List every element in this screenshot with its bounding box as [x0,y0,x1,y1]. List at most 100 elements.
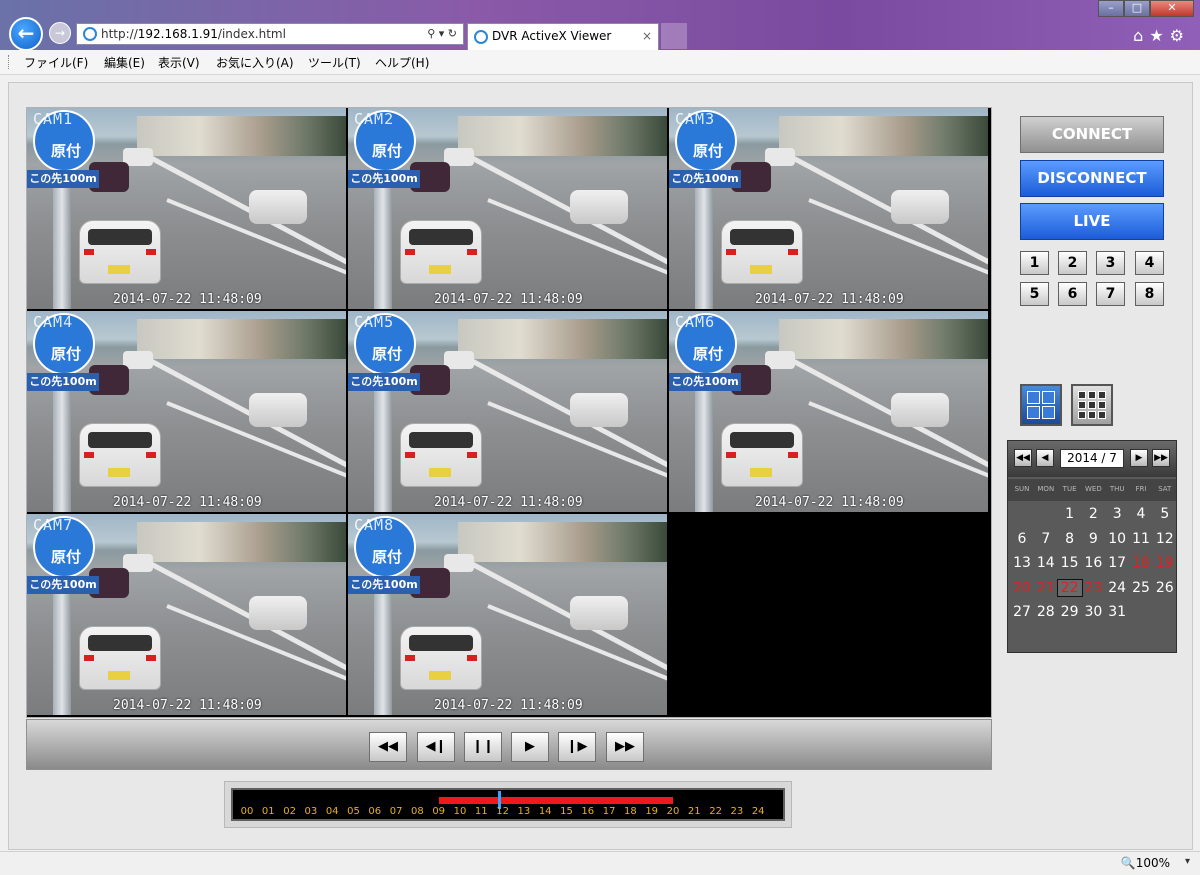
channel-button[interactable]: 7 [1096,282,1125,306]
camera-image: 原付 この先100m [27,514,346,715]
channel-button[interactable]: 1 [1020,251,1049,275]
calendar-day[interactable]: 3 [1105,506,1129,522]
browser-tab[interactable]: DVR ActiveX Viewer × [467,23,659,50]
camera-view[interactable]: 原付 この先100m CAM5 2014-07-22 11:48:09 [348,311,667,512]
calendar-day[interactable]: 7 [1034,531,1058,547]
camera-view[interactable]: 原付 この先100m CAM8 2014-07-22 11:48:09 [348,514,667,715]
calendar-day[interactable]: 11 [1129,531,1153,547]
calendar-day[interactable]: 20 [1010,580,1034,596]
menu-help[interactable]: ヘルプ(H) [375,54,429,71]
calendar-day[interactable]: 16 [1081,555,1105,571]
camera-view[interactable]: 原付 この先100m CAM7 2014-07-22 11:48:09 [27,514,346,715]
calendar-day[interactable]: 24 [1105,580,1129,596]
layout-3x3-button[interactable] [1071,384,1113,426]
prev-month-button[interactable]: ◀ [1036,449,1054,467]
new-tab-button[interactable] [661,23,687,49]
calendar-day[interactable]: 10 [1105,531,1129,547]
connect-button[interactable]: CONNECT [1020,116,1164,153]
back-button[interactable]: ← [9,17,43,51]
minimize-button[interactable]: – [1098,0,1124,17]
calendar-day[interactable]: 21 [1034,580,1058,596]
next-month-button[interactable]: ▶ [1130,449,1148,467]
zoom-level[interactable]: 🔍100% [1121,856,1170,870]
step-back-button[interactable]: ◀❙ [417,732,455,762]
live-button[interactable]: LIVE [1020,203,1164,240]
menu-edit[interactable]: 編集(E) [104,54,145,71]
calendar-day[interactable]: 29 [1058,604,1082,620]
channel-button[interactable]: 3 [1096,251,1125,275]
channel-button[interactable]: 4 [1135,251,1164,275]
calendar-day[interactable]: 27 [1010,604,1034,620]
forward-button[interactable]: → [49,22,71,44]
play-button[interactable]: ▶ [511,732,549,762]
pause-button[interactable]: ❙❙ [464,732,502,762]
calendar-day[interactable]: 9 [1081,531,1105,547]
timeline-hour: 05 [347,806,360,817]
timeline-hour: 22 [709,806,722,817]
channel-button[interactable]: 5 [1020,282,1049,306]
camera-view[interactable]: 原付 この先100m CAM2 2014-07-22 11:48:09 [348,108,667,309]
timeline-hour: 11 [474,806,488,817]
empty-camera-view[interactable] [669,514,988,715]
calendar-day[interactable]: 30 [1081,604,1105,620]
prev-year-button[interactable]: ◀◀ [1014,449,1032,467]
calendar-day[interactable]: 28 [1034,604,1058,620]
browser-toolbar-icons[interactable]: ⌂★⚙ [1133,26,1190,45]
camera-view[interactable]: 原付 この先100m CAM1 2014-07-22 11:48:09 [27,108,346,309]
calendar-day[interactable]: 8 [1058,531,1082,547]
address-bar[interactable]: http://192.168.1.91/index.html ⚲ ▾ ↻ [76,23,464,45]
tab-close-icon[interactable]: × [642,24,652,49]
timeline-hour: 18 [624,806,637,817]
menu-file[interactable]: ファイル(F) [24,54,88,71]
calendar-day[interactable]: 1 [1058,506,1082,522]
layout-2x2-button[interactable] [1020,384,1062,426]
timeline[interactable]: 00 01 02 03 04 05 06 07 08 09 10 11 12 13 14 15 16 17 18 19… [224,781,792,828]
timeline-hour: 12 [496,806,509,817]
calendar-day[interactable]: 25 [1129,580,1153,596]
weekday-label: TUE [1062,485,1077,493]
camera-view[interactable]: 原付 この先100m CAM4 2014-07-22 11:48:09 [27,311,346,512]
calendar-day[interactable]: 19 [1153,555,1177,571]
calendar-day[interactable]: 15 [1058,555,1082,571]
camera-label: CAM8 [354,516,395,534]
tab-title: DVR ActiveX Viewer [492,29,612,43]
calendar-day[interactable]: 2 [1081,506,1105,522]
calendar-day[interactable]: 18 [1129,555,1153,571]
camera-view[interactable]: 原付 この先100m CAM6 2014-07-22 11:48:09 [669,311,988,512]
calendar-day[interactable]: 5 [1153,506,1177,522]
channel-button[interactable]: 6 [1058,282,1087,306]
camera-view[interactable]: 原付 この先100m CAM3 2014-07-22 11:48:09 [669,108,988,309]
calendar-day[interactable]: 26 [1153,580,1177,596]
timeline-hour: 20 [666,806,680,817]
weekday-label: FRI [1135,485,1147,493]
timeline-hour: 08 [411,806,424,817]
search-refresh-icons[interactable]: ⚲ ▾ ↻ [427,24,457,44]
ie-icon [83,27,97,41]
menu-tools[interactable]: ツール(T) [308,54,361,71]
calendar-header: ◀◀ ◀ 2014 / 7 ▶ ▶▶ [1008,441,1176,477]
calendar-day[interactable]: 23 [1081,580,1105,596]
fast-forward-button[interactable]: ▶▶ [606,732,644,762]
calendar-day[interactable]: 14 [1034,555,1058,571]
timeline-track[interactable]: 00 01 02 03 04 05 06 07 08 09 10 11 12 13 14 15 16 17 18 19… [231,788,785,821]
calendar-day[interactable]: 17 [1105,555,1129,571]
next-year-button[interactable]: ▶▶ [1152,449,1170,467]
calendar-day[interactable]: 22 [1056,578,1083,597]
calendar-day[interactable]: 12 [1153,531,1177,547]
calendar-day[interactable]: 6 [1010,531,1034,547]
fast-rewind-button[interactable]: ◀◀ [369,732,407,762]
calendar-day[interactable]: 4 [1129,506,1153,522]
calendar-day[interactable]: 31 [1105,604,1129,620]
close-window-button[interactable]: ✕ [1150,0,1194,17]
timeline-recorded-bar [438,797,673,804]
camera-image: 原付 この先100m [669,108,988,309]
disconnect-button[interactable]: DISCONNECT [1020,160,1164,197]
channel-button[interactable]: 2 [1058,251,1087,275]
zoom-dropdown-icon[interactable]: ▾ [1185,856,1190,867]
menu-view[interactable]: 表示(V) [158,54,200,71]
calendar-day[interactable]: 13 [1010,555,1034,571]
channel-button[interactable]: 8 [1135,282,1164,306]
menu-favorites[interactable]: お気に入り(A) [216,54,294,71]
step-forward-button[interactable]: ❙▶ [558,732,596,762]
maximize-button[interactable]: □ [1124,0,1150,17]
